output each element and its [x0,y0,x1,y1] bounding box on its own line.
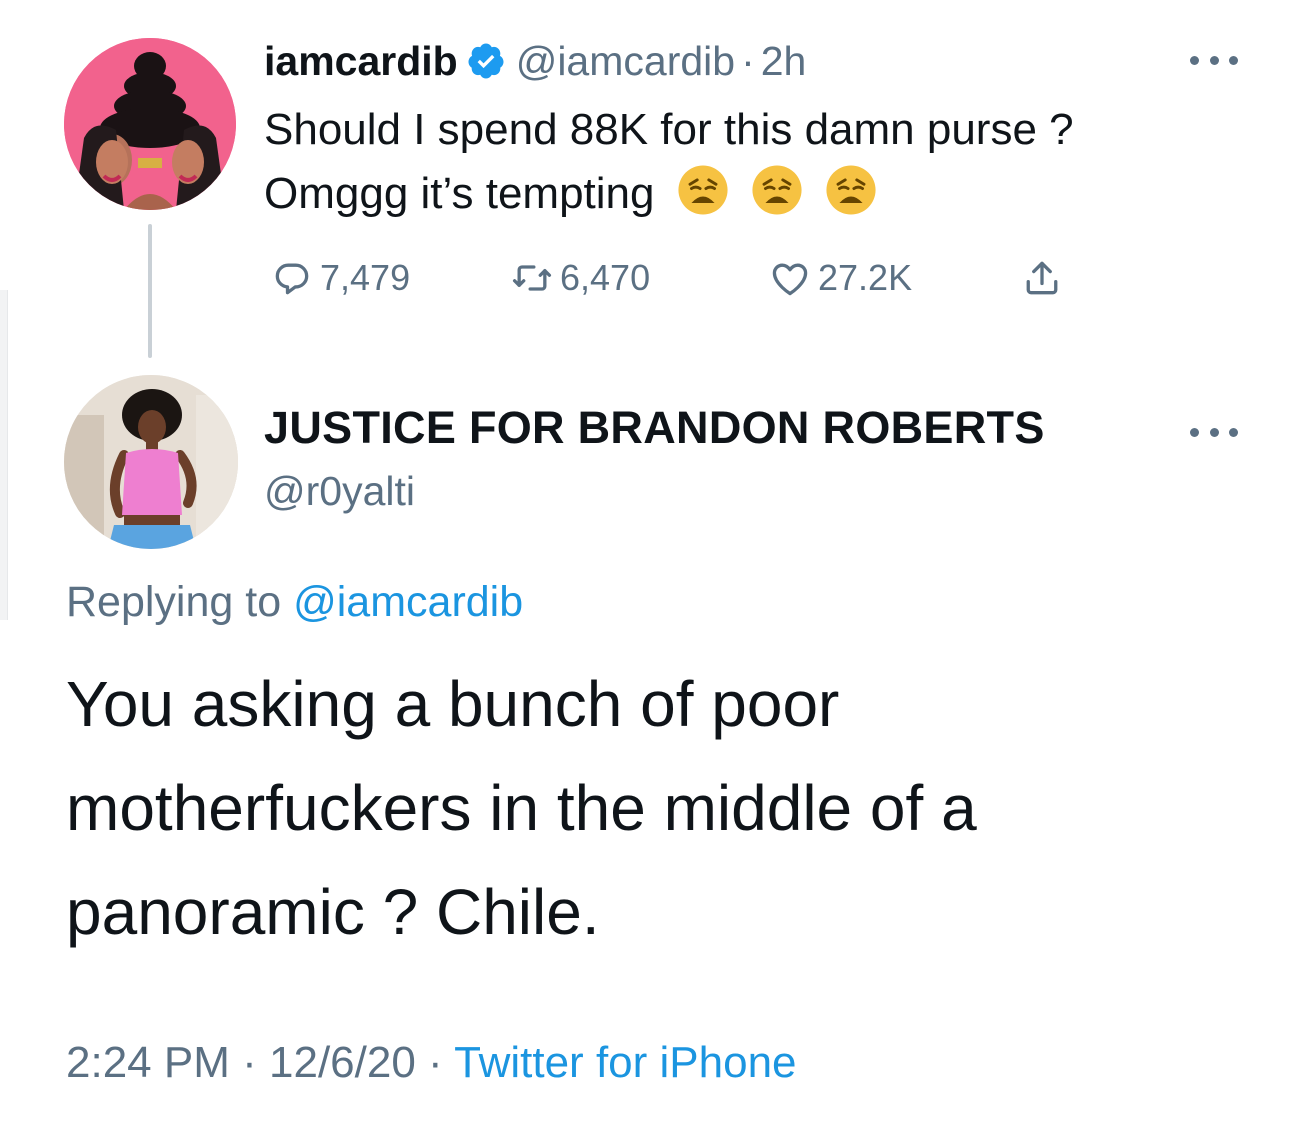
replying-to-handle-link[interactable]: @iamcardib [293,578,523,626]
tweet-time[interactable]: 2:24 PM [66,1038,230,1087]
tweet-source-link[interactable]: Twitter for iPhone [454,1038,796,1087]
reply-icon [275,263,309,295]
parent-text-line-1: Should I spend 88K for this damn purse ? [264,105,1074,154]
parent-text-line-2: Omggg it’s tempting [264,162,1254,226]
reply-handle[interactable]: @r0yalti [264,468,415,515]
heart-icon [772,263,808,296]
meta-separator: · [242,1038,257,1087]
retweet-icon [512,265,552,291]
reply-text-line-1: You asking a bunch of poor [66,668,840,740]
share-icon [1026,261,1058,295]
parent-handle[interactable]: @iamcardib [516,38,735,85]
side-edge [0,290,8,620]
parent-tweet-actions: 7,479 6,470 27.2K [270,250,1070,306]
reply-text-line-2: motherfuckers in the middle of a [66,772,977,844]
replying-to-prefix: Replying to [66,578,282,626]
share-button[interactable] [1020,256,1070,300]
reply-display-name[interactable]: JUSTICE FOR BRANDON ROBERTS [264,402,1045,454]
avatar-iamcardib[interactable] [64,38,236,210]
more-options-icon[interactable] [1190,50,1238,70]
retweet-count: 6,470 [560,257,651,298]
tweet-date[interactable]: 12/6/20 [269,1038,416,1087]
avatar-r0yalti[interactable] [64,375,238,549]
reply-tweet-text: You asking a bunch of poor motherfuckers… [66,652,1246,964]
parent-timestamp[interactable]: 2h [761,38,807,85]
tweet-metadata: 2:24 PM · 12/6/20 · Twitter for iPhone [66,1038,797,1088]
parent-tweet-text: Should I spend 88K for this damn purse ?… [264,98,1254,226]
thread-connector-line [148,224,152,358]
reply-text-line-3: panoramic ? Chile. [66,876,600,948]
header-separator: · [741,37,755,84]
like-button[interactable]: 27.2K [768,256,1020,300]
weary-face-icon [752,165,802,215]
parent-display-name[interactable]: iamcardib [264,38,458,85]
parent-tweet-header: iamcardib @iamcardib · 2h [264,36,806,86]
more-options-icon[interactable] [1190,422,1238,442]
reply-count: 7,479 [320,257,411,298]
like-count: 27.2K [818,257,913,298]
tweet-screenshot: iamcardib @iamcardib · 2h Should I spend… [0,0,1300,1130]
retweet-button[interactable]: 6,470 [510,256,768,300]
verified-badge-icon [468,43,504,79]
avatar-image [64,375,238,549]
weary-face-icon [678,165,728,215]
replying-to-line: Replying to @iamcardib [66,578,523,627]
weary-face-icon [826,165,876,215]
meta-separator: · [428,1038,443,1087]
reply-button[interactable]: 7,479 [270,256,510,300]
avatar-image [64,38,236,210]
parent-text-line-2-text: Omggg it’s tempting [264,169,655,218]
